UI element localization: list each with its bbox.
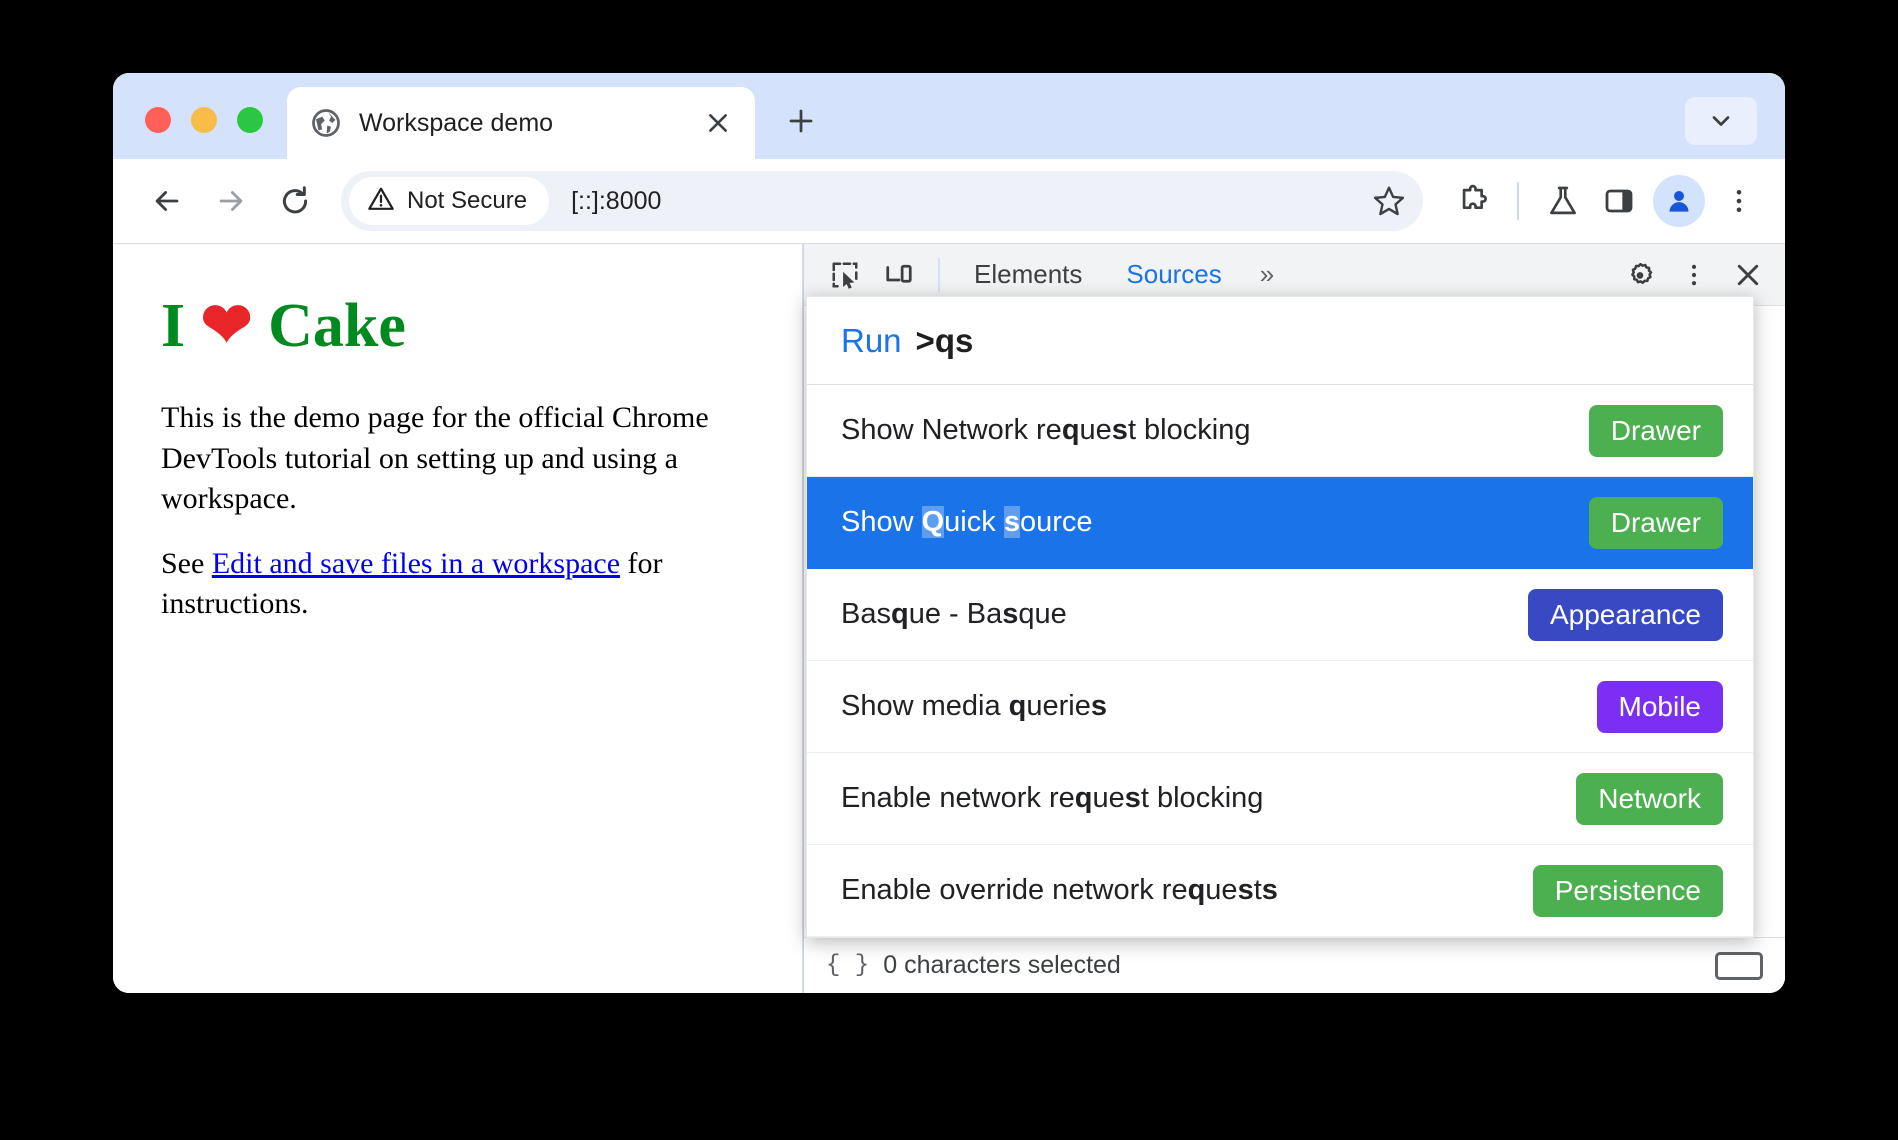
browser-menu-three-dots-icon[interactable] <box>1711 173 1767 229</box>
paragraph-2-before: See <box>161 546 212 580</box>
command-palette-item-badge: Mobile <box>1596 680 1723 733</box>
side-panel-icon[interactable] <box>1591 173 1647 229</box>
command-palette-item-badge: Network <box>1576 772 1723 825</box>
back-button[interactable] <box>135 169 199 233</box>
browser-window: Workspace demo Not Secure [::]:8000 I ❤ … <box>113 73 1785 993</box>
tab-elements[interactable]: Elements <box>952 252 1104 298</box>
command-palette-item-title: Enable network request blocking <box>841 782 1264 814</box>
braces-icon[interactable]: { } <box>826 952 869 979</box>
warning-triangle-icon <box>367 185 395 218</box>
heart-icon: ❤ <box>200 292 253 360</box>
chevron-down-icon[interactable] <box>1685 97 1757 145</box>
labs-flask-icon[interactable] <box>1535 173 1591 229</box>
devtools-panel: Elements Sources » {} 0 characters sele… <box>803 244 1785 993</box>
command-palette-item[interactable]: Show media queries Mobile <box>807 661 1753 753</box>
command-palette-item[interactable]: Show Quick source Drawer <box>807 477 1753 569</box>
profile-avatar[interactable] <box>1653 175 1705 227</box>
web-page-viewport: I ❤ Cake This is the demo page for the o… <box>113 244 803 993</box>
command-palette-run-label: Run <box>841 321 902 359</box>
command-palette-item-badge: Persistence <box>1532 864 1723 917</box>
reload-button[interactable] <box>263 169 327 233</box>
browser-toolbar: Not Secure [::]:8000 <box>113 159 1785 243</box>
workspace-doc-link[interactable]: Edit and save files in a workspace <box>212 547 620 580</box>
command-palette-item[interactable]: Enable override network requests Persiste… <box>807 845 1753 937</box>
maximize-window-button[interactable] <box>237 107 263 133</box>
command-palette-item[interactable]: Show Network request blocking Drawer <box>807 385 1753 477</box>
extensions-puzzle-icon[interactable] <box>1445 173 1501 229</box>
tab-title: Workspace demo <box>359 108 554 137</box>
command-palette-item[interactable]: Basque - Basque Appearance <box>807 569 1753 661</box>
selection-status-text: 0 characters selected <box>883 951 1121 979</box>
forward-button[interactable] <box>199 169 263 233</box>
command-palette-item-badge: Drawer <box>1588 496 1723 549</box>
command-palette-item[interactable]: Enable network request blocking Network <box>807 753 1753 845</box>
devtools-close-icon[interactable] <box>1721 252 1775 298</box>
new-tab-button[interactable] <box>771 91 831 151</box>
more-tabs-icon[interactable]: » <box>1244 252 1290 298</box>
device-toolbar-icon[interactable] <box>872 252 926 298</box>
minimize-window-button[interactable] <box>191 107 217 133</box>
toolbar-divider <box>1517 182 1519 220</box>
window-traffic-lights <box>113 107 287 159</box>
tab-strip: Workspace demo <box>113 73 1785 159</box>
inspect-cursor-icon[interactable] <box>818 252 872 298</box>
page-title-prefix: I <box>161 292 201 360</box>
devtools-toolbar-divider <box>938 257 940 292</box>
command-palette-item-badge: Drawer <box>1588 404 1723 457</box>
gear-icon[interactable] <box>1613 252 1667 298</box>
security-status-chip[interactable]: Not Secure <box>349 177 550 225</box>
devtools-status-bar: { } 0 characters selected <box>804 937 1785 993</box>
command-palette-item-title: Show media queries <box>841 690 1108 722</box>
browser-tab[interactable]: Workspace demo <box>287 87 755 159</box>
devtools-menu-three-dots-icon[interactable] <box>1667 252 1721 298</box>
page-title-suffix: Cake <box>252 292 406 360</box>
keyboard-icon[interactable] <box>1715 951 1763 980</box>
command-palette-item-title: Enable override network requests <box>841 874 1278 906</box>
globe-icon <box>311 108 341 138</box>
command-palette-list: Show Network request blocking Drawer Show … <box>807 385 1753 937</box>
command-palette-item-title: Show Quick source <box>841 506 1093 538</box>
content-area: I ❤ Cake This is the demo page for the o… <box>113 243 1785 993</box>
tab-sources[interactable]: Sources <box>1104 252 1243 298</box>
page-title: I ❤ Cake <box>161 288 754 362</box>
close-window-button[interactable] <box>145 107 171 133</box>
url-text[interactable]: [::]:8000 <box>571 187 1363 216</box>
command-palette-item-badge: Appearance <box>1527 588 1723 641</box>
command-palette-item-title: Basque - Basque <box>841 598 1067 630</box>
command-palette-dialog: Run >qs Show Network request blocking Dra… <box>806 296 1754 938</box>
command-palette-input[interactable]: Run >qs <box>807 297 1753 385</box>
address-bar[interactable]: Not Secure [::]:8000 <box>341 171 1423 231</box>
command-palette-query[interactable]: >qs <box>916 322 974 360</box>
bookmark-star-icon[interactable] <box>1363 175 1415 227</box>
command-palette-item-title: Show Network request blocking <box>841 414 1251 446</box>
page-paragraph-2: See Edit and save files in a workspace f… <box>161 544 754 625</box>
page-paragraph-1: This is the demo page for the official C… <box>161 401 709 515</box>
tab-close-icon[interactable] <box>701 106 735 140</box>
security-status-label: Not Secure <box>407 187 528 214</box>
